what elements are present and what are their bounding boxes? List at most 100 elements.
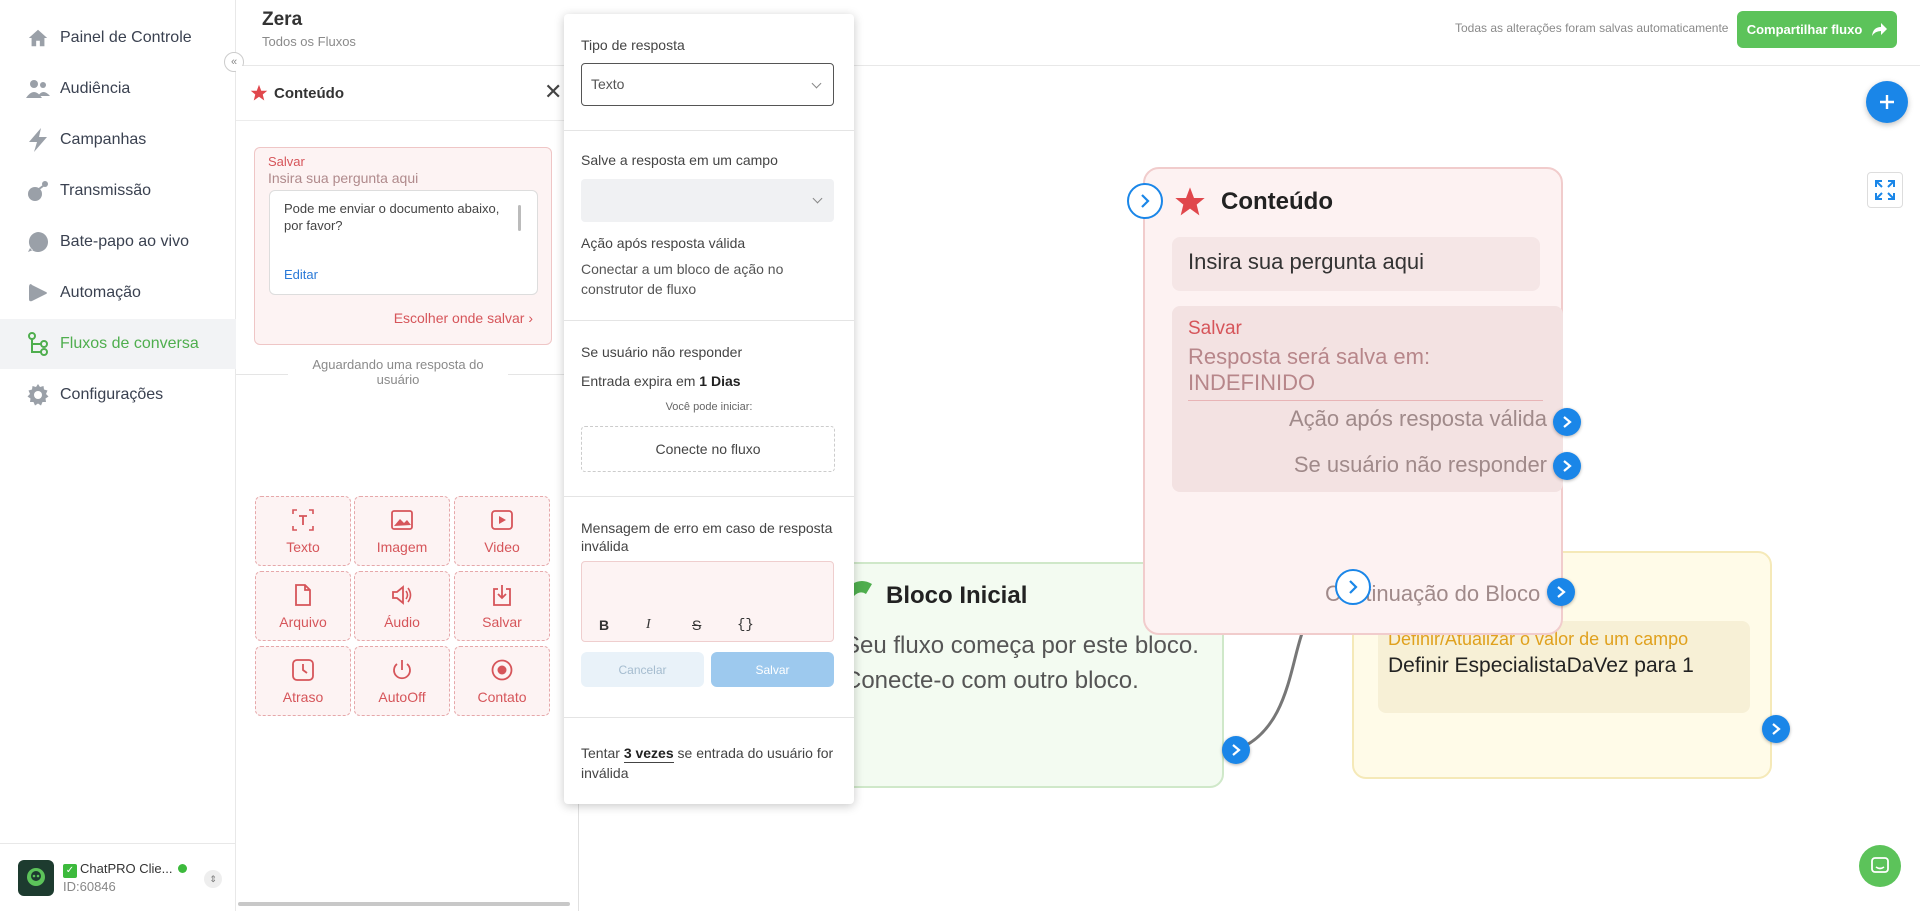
power-icon bbox=[389, 657, 415, 683]
divider bbox=[564, 320, 854, 321]
question-card-save-label: Salvar bbox=[268, 154, 305, 169]
nav-item-label: Transmissão bbox=[60, 182, 151, 199]
continuation-connector[interactable] bbox=[1547, 578, 1575, 606]
add-image-tile[interactable]: Imagem bbox=[354, 496, 450, 566]
nav-item-label: Automação bbox=[60, 284, 141, 301]
save-icon bbox=[489, 582, 515, 608]
fullscreen-button[interactable] bbox=[1867, 172, 1903, 208]
response-type-select[interactable]: Texto bbox=[581, 63, 834, 106]
clock-icon bbox=[290, 657, 316, 683]
broadcast-icon bbox=[26, 179, 50, 203]
can-start-label: Você pode iniciar: bbox=[665, 401, 753, 413]
chatpro-logo bbox=[18, 859, 54, 896]
start-block-text: Seu fluxo começa por este bloco. Conecte… bbox=[844, 632, 1199, 694]
tile-label: Contato bbox=[477, 689, 527, 705]
strikethrough-button[interactable]: S bbox=[692, 617, 701, 633]
nav-item-live-chat[interactable]: Bate-papo ao vivo bbox=[0, 217, 236, 267]
nav-item-label: Configurações bbox=[60, 386, 164, 403]
nav-item-label: Fluxos de conversa bbox=[60, 335, 199, 352]
switch-account-icon[interactable]: ⇕ bbox=[204, 870, 222, 888]
message-scrollbar[interactable] bbox=[518, 205, 521, 231]
content-block-node[interactable]: Conteúdo Insira sua pergunta aqui Salvar… bbox=[1143, 167, 1563, 635]
start-block-output-connector[interactable] bbox=[1222, 736, 1250, 764]
online-status-icon bbox=[178, 863, 188, 873]
message-box[interactable]: Pode me enviar o documento abaixo, por f… bbox=[269, 190, 538, 295]
error-message-editor[interactable]: B I S {} bbox=[581, 561, 834, 642]
content-editor-panel: Conteúdo ✕ Salvar Insira sua pergunta aq… bbox=[236, 66, 579, 911]
gear-icon bbox=[26, 383, 50, 407]
image-icon bbox=[389, 507, 415, 533]
expiry-prefix: Entrada expira em bbox=[581, 373, 696, 389]
file-icon bbox=[290, 582, 316, 608]
expiry-value[interactable]: 1 Dias bbox=[699, 373, 740, 389]
share-flow-button[interactable]: Compartilhar fluxo bbox=[1737, 11, 1897, 48]
set-field-output-connector[interactable] bbox=[1762, 715, 1790, 743]
account-id: ID:60846 bbox=[63, 878, 116, 894]
message-text: Pode me enviar o documento abaixo, por f… bbox=[284, 201, 500, 233]
content-block-input-connector[interactable] bbox=[1127, 183, 1163, 219]
text-icon bbox=[290, 507, 316, 533]
account-name: ChatPRO Clie... bbox=[80, 860, 173, 876]
start-block-title: Bloco Inicial bbox=[886, 582, 1028, 609]
home-icon bbox=[26, 26, 50, 50]
add-text-tile[interactable]: Texto bbox=[255, 496, 351, 566]
retry-count[interactable]: 3 vezes bbox=[623, 745, 674, 763]
set-field-value: Definir EspecialistaDaVez para 1 bbox=[1388, 654, 1694, 677]
question-input[interactable]: Insira sua pergunta aqui bbox=[268, 170, 418, 186]
add-file-tile[interactable]: Arquivo bbox=[255, 571, 351, 641]
add-autooff-tile[interactable]: AutoOff bbox=[354, 646, 450, 716]
nav-item-dashboard[interactable]: Painel de Controle bbox=[0, 13, 236, 63]
add-audio-tile[interactable]: Áudio bbox=[354, 571, 450, 641]
flow-title: Zera bbox=[262, 9, 303, 30]
panel-horizontal-scrollbar[interactable] bbox=[238, 902, 570, 906]
bold-button[interactable]: B bbox=[599, 617, 609, 633]
italic-button[interactable]: I bbox=[646, 617, 651, 633]
save-field-select[interactable] bbox=[581, 179, 834, 222]
save-button[interactable]: Salvar bbox=[711, 652, 834, 687]
users-icon bbox=[26, 77, 50, 101]
edit-message-link[interactable]: Editar bbox=[284, 267, 318, 282]
support-chat-button[interactable] bbox=[1859, 845, 1901, 887]
tile-label: Texto bbox=[286, 539, 320, 555]
save-section-text: Resposta será salva em: INDEFINIDO bbox=[1188, 344, 1543, 401]
response-type-value: Texto bbox=[591, 76, 625, 92]
verified-check-icon: ✓ bbox=[63, 863, 77, 878]
tile-label: Salvar bbox=[482, 614, 522, 630]
connect-flow-button[interactable]: Conecte no fluxo bbox=[581, 426, 835, 472]
flow-icon bbox=[26, 332, 50, 356]
divider bbox=[564, 496, 854, 497]
nav-item-audience[interactable]: Audiência bbox=[0, 64, 236, 114]
star-icon bbox=[1175, 187, 1205, 216]
add-save-tile[interactable]: Salvar bbox=[454, 571, 550, 641]
tile-label: Atraso bbox=[282, 689, 324, 705]
expiry-setting[interactable]: Entrada expira em 1 Dias bbox=[581, 373, 741, 389]
close-icon[interactable]: ✕ bbox=[544, 81, 562, 103]
code-button[interactable]: {} bbox=[737, 617, 754, 633]
set-field-input-connector[interactable] bbox=[1335, 569, 1371, 605]
content-panel-header: Conteúdo ✕ bbox=[236, 66, 579, 121]
no-response-connector[interactable] bbox=[1553, 452, 1581, 480]
nav-item-label: Campanhas bbox=[60, 131, 147, 148]
tile-label: Áudio bbox=[384, 614, 420, 630]
account-switcher[interactable]: ✓ ChatPRO Clie... ID:60846 ⇕ bbox=[0, 843, 236, 911]
valid-action-connector[interactable] bbox=[1553, 408, 1581, 436]
add-delay-tile[interactable]: Atraso bbox=[255, 646, 351, 716]
choose-save-location-link[interactable]: Escolher onde salvar › bbox=[394, 310, 533, 326]
add-block-button[interactable] bbox=[1866, 81, 1908, 123]
nav-item-label: Bate-papo ao vivo bbox=[60, 233, 189, 250]
add-video-tile[interactable]: Video bbox=[454, 496, 550, 566]
error-message-label: Mensagem de erro em caso de resposta inv… bbox=[581, 520, 833, 554]
nav-item-campaigns[interactable]: Campanhas bbox=[0, 115, 236, 165]
flows-breadcrumb[interactable]: Todos os Fluxos bbox=[262, 34, 356, 49]
nav-item-settings[interactable]: Configurações bbox=[0, 370, 236, 420]
cancel-button[interactable]: Cancelar bbox=[581, 652, 704, 687]
no-response-label: Se usuário não responder bbox=[1293, 452, 1547, 477]
nav-item-broadcast[interactable]: Transmissão bbox=[0, 166, 236, 216]
nav-item-flows[interactable]: Fluxos de conversa bbox=[0, 319, 236, 369]
contact-icon bbox=[489, 657, 515, 683]
nav-item-automation[interactable]: Automação bbox=[0, 268, 236, 318]
question-card: Salvar Insira sua pergunta aqui Pode me … bbox=[254, 147, 552, 345]
share-flow-label: Compartilhar fluxo bbox=[1746, 22, 1863, 37]
add-contact-tile[interactable]: Contato bbox=[454, 646, 550, 716]
tile-label: Video bbox=[484, 539, 520, 555]
